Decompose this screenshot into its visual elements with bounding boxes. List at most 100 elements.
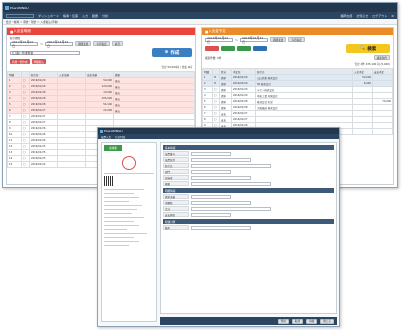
left-cell: 15 [7, 161, 22, 168]
account-select[interactable]: [口座] 普通預金 [10, 50, 80, 55]
right-table: 明細 区分 予定日 取引先 入金予定 支払予定 1 ☑ 請求 2016/01/29 山口… [202, 68, 393, 135]
register-button[interactable]: 登録 [277, 318, 289, 324]
doc-line-15 [104, 241, 139, 242]
left-cell [57, 161, 86, 168]
prev-month-button[interactable]: 前月 [111, 41, 123, 46]
form-field[interactable] [191, 163, 271, 168]
doc-line-11 [104, 225, 139, 226]
form-label: 伝票日付 [163, 157, 189, 162]
create-label: 作成 [170, 50, 180, 56]
front-footer: 登録 取消 印刷 閉じる [160, 317, 337, 325]
date-to-input[interactable]: 2017年12月31日 [45, 40, 74, 48]
filter-btn-0[interactable] [205, 46, 219, 51]
right-cell [352, 128, 373, 135]
form-label: 消費税 [163, 200, 189, 205]
form-row: 消費税 [163, 200, 334, 205]
right-this-month-button[interactable]: 今月指定 [288, 37, 305, 42]
left-summary: 合計 50,000円 / 支払 0円 [161, 66, 192, 69]
reset-button[interactable]: 検索条件 [373, 55, 390, 60]
toolbar-item-1[interactable]: 帳簿・伝票 [63, 14, 78, 18]
app-logo-icon [5, 5, 9, 10]
filter-btn-2[interactable] [237, 46, 251, 51]
left-pane-header: ■ 入出金明細 [7, 28, 195, 35]
close-button[interactable]: 閉じる [320, 318, 334, 324]
form-row: 伝票番号 [163, 151, 334, 156]
entry-form: 基本情報 伝票番号 伝票日付 取引先 部門 担当者 摘要 明細情報 請求金額 消費税 合計 支払… [160, 142, 337, 314]
form-row: 請求金額 [163, 194, 334, 199]
form-rows-tax: 備考 [163, 225, 334, 230]
form-field[interactable] [191, 194, 231, 199]
create-icon: ⊕ [164, 50, 169, 55]
doc-line-6 [104, 205, 142, 206]
left-pane-title: 入出金明細 [13, 29, 31, 33]
bulk-create-button[interactable]: 新規一括作成 [10, 59, 30, 64]
import-button[interactable]: 明細取込 [31, 59, 46, 64]
search-count: 検索件数: 6件 [205, 56, 222, 60]
doc-line-4 [104, 197, 139, 198]
cancel-button[interactable]: 取消 [291, 318, 304, 324]
form-row: 取引先 [163, 163, 334, 168]
doc-line-10 [104, 221, 134, 222]
form-label: 合計 [163, 206, 189, 211]
form-label: 伝票番号 [163, 151, 189, 156]
form-label: 摘要 [163, 181, 189, 186]
form-field[interactable] [191, 175, 251, 180]
document-preview: 請求書 [101, 142, 157, 322]
form-rows-detail: 請求金額 消費税 合計 支払期日 [163, 194, 334, 217]
toolbar-item-3[interactable]: 経費 [92, 14, 98, 18]
print-button[interactable]: 印刷 [306, 318, 318, 324]
doc-line-7 [104, 209, 137, 210]
create-button[interactable]: ⊕ 作成 [152, 48, 192, 57]
filter-btn-1[interactable] [221, 46, 235, 51]
toolbar-item-4[interactable]: 分析 [102, 14, 108, 18]
toolbar-item-2[interactable]: 入力 [82, 14, 88, 18]
search-button[interactable]: 🔍 検索 [346, 44, 390, 53]
date-from-input[interactable]: 2017年01月01日 [10, 40, 38, 48]
doc-line-9 [104, 217, 144, 218]
form-label: 請求金額 [163, 194, 189, 199]
right-change-period-button[interactable]: 期間変更 [270, 37, 287, 42]
form-label: 取引先 [163, 163, 189, 168]
doc-line-1 [104, 173, 154, 174]
front-tab-1[interactable]: 仕訳明細 [115, 135, 125, 139]
form-field[interactable] [191, 225, 251, 230]
form-field[interactable] [191, 212, 231, 217]
status-link-0[interactable]: お知らせ [356, 14, 368, 18]
form-field[interactable] [191, 181, 271, 186]
doc-line-3 [104, 193, 134, 194]
form-field[interactable] [191, 151, 231, 156]
form-label: 部門 [163, 169, 189, 174]
main-titlebar: Plus1WINGU [3, 3, 397, 12]
search-icon: 🔍 [359, 46, 366, 51]
form-row: 担当者 [163, 175, 334, 180]
search-label: 検索 [367, 46, 377, 52]
form-field[interactable] [191, 169, 231, 174]
change-period-button[interactable]: 期間変更 [75, 41, 92, 46]
left-filter: 取引期間 2017年01月01日 〜 2017年12月31日 期間変更 今月指定… [7, 35, 195, 71]
doc-line-5 [104, 201, 129, 202]
form-field[interactable] [191, 157, 251, 162]
this-month-button[interactable]: 今月指定 [93, 41, 110, 46]
form-field[interactable] [191, 206, 271, 211]
toolbar-item-0[interactable]: ダッシュボード [38, 14, 59, 18]
front-window: Plus1WINGU 伝票入力 仕訳明細 請求書 基本情報 伝票番号 伝票日付 取引… [97, 127, 340, 327]
user-name: 福岡太郎 [340, 13, 353, 18]
doc-line-12 [104, 229, 127, 230]
status-link-1[interactable]: ログアウト [372, 14, 387, 18]
form-row: 部門 [163, 169, 334, 174]
form-field[interactable] [191, 200, 251, 205]
front-tab-0[interactable]: 伝票入力 [101, 135, 111, 139]
front-tabs: 伝票入力 仕訳明細 [98, 134, 339, 139]
right-date-to[interactable]: 2016年01月31日 [240, 36, 269, 44]
settings-gear-icon[interactable]: ⚙ [391, 14, 394, 18]
filter-btn-3[interactable] [253, 46, 267, 51]
form-row: 摘要 [163, 181, 334, 186]
company-selector[interactable] [6, 13, 34, 18]
doc-line-8 [104, 213, 132, 214]
section-tax: 税額計算 [163, 219, 334, 224]
form-row: 備考 [163, 225, 334, 230]
right-pane-header: ■ 入出金予定 [202, 28, 393, 35]
left-cell[interactable]: □ [21, 161, 30, 168]
right-date-from[interactable]: 2016年01月01日 [205, 36, 233, 44]
left-cell: 2016/01/24 [29, 161, 58, 168]
